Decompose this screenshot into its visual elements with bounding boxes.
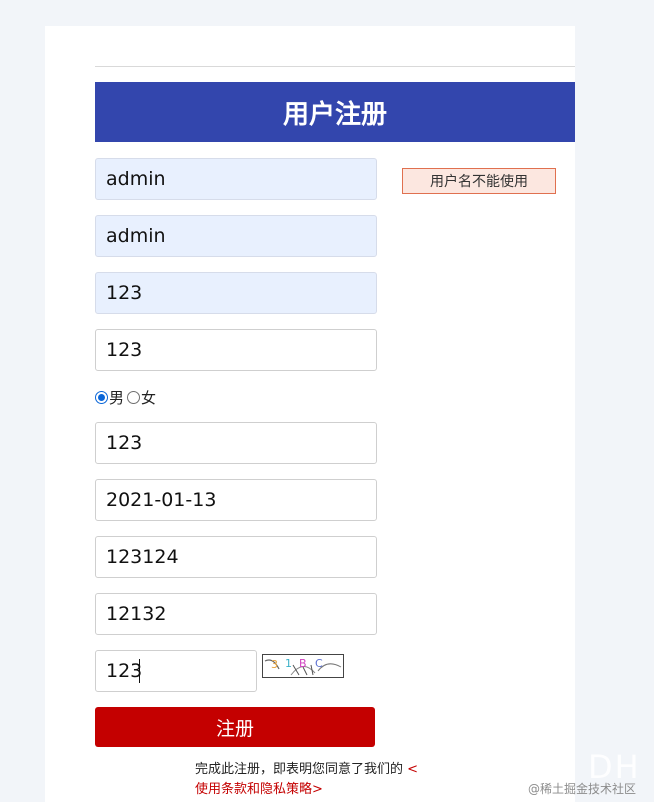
gender-female-radio[interactable] (127, 390, 141, 404)
terms-notice: 完成此注册，即表明您同意了我们的 < 使用条款和隐私策略> (195, 760, 495, 800)
text-cursor (139, 659, 140, 683)
captcha-input[interactable] (95, 650, 257, 692)
birthday-input[interactable] (95, 479, 377, 521)
captcha-image[interactable]: 3 1 B C (262, 654, 344, 678)
watermark-site-text: @稀土掘金技术社区 (528, 782, 637, 796)
register-button[interactable]: 注册 (95, 707, 375, 747)
username-error-badge: 用户名不能使用 (402, 168, 556, 194)
password-input[interactable] (95, 272, 377, 314)
text-input-2[interactable] (95, 215, 377, 257)
text-input-6[interactable] (95, 422, 377, 464)
terms-link[interactable]: 使用条款和隐私策略 (195, 782, 312, 797)
terms-link-open: < (407, 762, 419, 777)
page-title: 用户注册 (95, 82, 575, 142)
text-input-9[interactable] (95, 593, 377, 635)
gender-male-radio[interactable] (95, 390, 108, 404)
confirm-password-input[interactable] (95, 329, 377, 371)
svg-text:B: B (299, 657, 307, 670)
terms-link-close: > (312, 782, 323, 797)
divider (95, 66, 575, 67)
username-input[interactable] (95, 158, 377, 200)
terms-text: 完成此注册，即表明您同意了我们的 (195, 762, 404, 777)
gender-female-label: 女 (141, 388, 157, 407)
text-input-8[interactable] (95, 536, 377, 578)
svg-text:3: 3 (271, 658, 278, 671)
captcha-image-graphic: 3 1 B C (264, 657, 342, 676)
gender-male-label: 男 (109, 388, 125, 407)
svg-text:C: C (315, 657, 323, 670)
svg-text:1: 1 (285, 657, 292, 670)
gender-radio-group: 男 女 (95, 386, 159, 408)
